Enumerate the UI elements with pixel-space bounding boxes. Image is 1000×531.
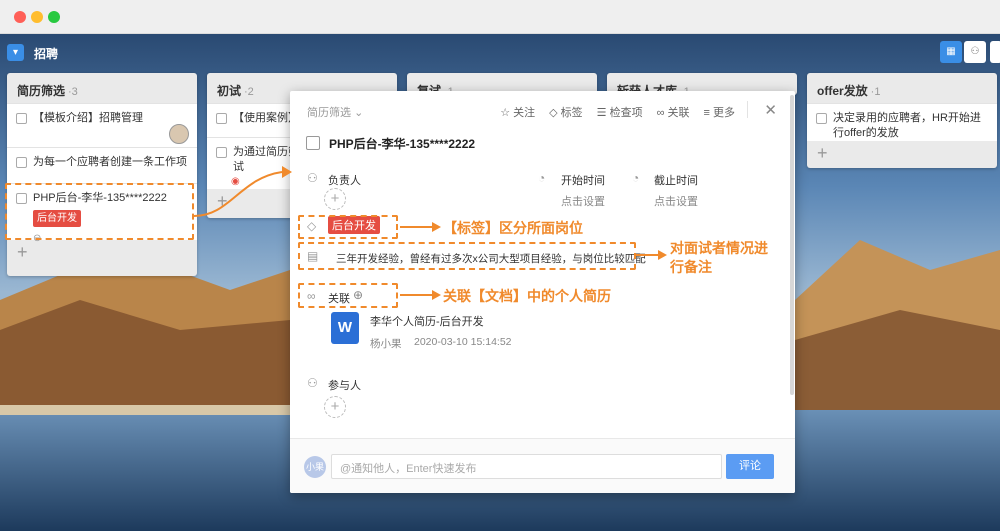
checklist-label: 检查项 — [609, 107, 643, 119]
more-view-button[interactable] — [990, 41, 1000, 63]
more-button[interactable]: ≡ 更多 — [704, 104, 735, 120]
clock-icon: ◔ — [632, 171, 640, 185]
close-icon[interactable]: ✕ — [764, 101, 777, 119]
link-label: 关联 — [667, 107, 690, 119]
due-time-value[interactable]: 点击设置 — [654, 193, 698, 209]
tag-icon: ◇ — [549, 107, 558, 119]
due-time-label: 截止时间 — [654, 175, 698, 187]
window-titlebar — [0, 0, 1000, 34]
task-checkbox[interactable] — [16, 113, 27, 124]
panel-toolbar: 简历筛选 ⌄ ☆ 关注 ◇ 标签 ☰ 检查项 ∞ 关联 ≡ 更多 ✕ — [290, 91, 795, 127]
board-icon[interactable]: ▦ — [940, 41, 962, 63]
chevron-down-icon[interactable]: ▾ — [7, 44, 24, 61]
comment-composer: 小果 @通知他人，Enter快速发布 评论 — [290, 438, 795, 493]
avatar: 小果 — [304, 456, 326, 478]
task-checkbox[interactable] — [216, 113, 227, 124]
breadcrumb[interactable]: 简历筛选 ⌄ — [307, 104, 363, 120]
assignee-label: 负责人 — [328, 175, 361, 187]
column-count: ·3 — [68, 86, 78, 98]
column-resume-screening: 简历筛选 ·3 【模板介绍】招聘管理 为每一个应聘者创建一条工作项 PHP后台-李… — [7, 73, 197, 276]
column-title: 初试 — [217, 84, 242, 98]
card-title: 【模板介绍】招聘管理 — [33, 112, 143, 124]
document-name[interactable]: 李华个人简历-后台开发 — [370, 313, 484, 329]
comment-input[interactable]: @通知他人，Enter快速发布 — [331, 454, 722, 479]
column-count: ·2 — [244, 86, 254, 98]
document-time: 2020-03-10 15:14:52 — [414, 336, 512, 348]
annotation-note-line2: 行备注 — [670, 259, 712, 275]
task-checkbox[interactable] — [816, 113, 827, 124]
connector-arrow — [193, 166, 292, 217]
avatar — [169, 124, 189, 144]
column-title: 简历筛选 — [17, 84, 66, 98]
participants-label: 参与人 — [328, 380, 361, 392]
close-window-button[interactable] — [14, 11, 26, 23]
column-count: ·1 — [870, 86, 881, 98]
start-time-label: 开始时间 — [561, 175, 605, 187]
document-author: 杨小果 — [370, 338, 402, 350]
breadcrumb-label: 简历筛选 — [307, 107, 351, 119]
word-document-icon: W — [331, 312, 359, 344]
link-highlight — [298, 283, 398, 308]
people-icon: ⚇ — [307, 376, 318, 390]
task-card[interactable]: 【模板介绍】招聘管理 — [7, 103, 197, 147]
chevron-down-icon: ⌄ — [354, 107, 364, 119]
person-icon: ⚇ — [307, 171, 318, 185]
column-header: offer发放 ·1 — [807, 73, 997, 103]
add-task-button[interactable]: + — [807, 141, 997, 167]
link-button[interactable]: ∞ 关联 — [657, 104, 690, 120]
tag-highlight — [298, 215, 398, 239]
task-card[interactable]: 决定录用的应聘者，HR开始进行offer的发放 — [807, 103, 997, 141]
zoom-window-button[interactable] — [48, 11, 60, 23]
task-checkbox[interactable] — [216, 147, 227, 158]
checklist-icon: ☰ — [596, 107, 607, 119]
column-title: offer发放 — [817, 84, 868, 98]
people-icon[interactable]: ⚇ — [964, 41, 986, 63]
panel-actions: ☆ 关注 ◇ 标签 ☰ 检查项 ∞ 关联 ≡ 更多 — [500, 104, 735, 120]
clock-icon: ◔ — [538, 171, 546, 185]
star-icon: ☆ — [500, 107, 511, 119]
toolbar-divider — [747, 101, 748, 118]
task-checkbox[interactable] — [16, 157, 27, 168]
tag-button[interactable]: ◇ 标签 — [549, 104, 583, 120]
project-title: 招聘 — [34, 47, 59, 61]
checklist-button[interactable]: ☰ 检查项 — [597, 104, 643, 120]
column-header: 简历筛选 ·3 — [7, 73, 197, 103]
task-title: PHP后台-李华-135****2222 — [329, 137, 476, 151]
tag-label: 标签 — [560, 107, 583, 119]
start-time-value[interactable]: 点击设置 — [561, 193, 605, 209]
add-assignee-button[interactable]: + — [324, 188, 346, 210]
add-participant-button[interactable]: + — [324, 396, 346, 418]
task-card[interactable]: 为每一个应聘者创建一条工作项 — [7, 147, 197, 183]
card-title: 决定录用的应聘者，HR开始进行offer的发放 — [833, 112, 981, 139]
more-label: 更多 — [713, 107, 735, 119]
card-highlight — [5, 183, 194, 240]
annotation-link: 关联【文档】中的个人简历 — [443, 288, 611, 304]
annotation-note-line1: 对面试者情况进 — [670, 240, 768, 256]
more-icon: ≡ — [703, 107, 710, 119]
minimize-window-button[interactable] — [31, 11, 43, 23]
card-title: 为每一个应聘者创建一条工作项 — [33, 156, 187, 168]
link-icon: ∞ — [656, 107, 665, 119]
column-offer: offer发放 ·1 决定录用的应聘者，HR开始进行offer的发放 + — [807, 73, 997, 168]
task-complete-checkbox[interactable] — [306, 136, 320, 150]
project-header: ▾ 招聘 ▦ ⚇ — [0, 34, 1000, 68]
comment-button[interactable]: 评论 — [726, 454, 774, 479]
annotation-tag: 【标签】区分所面岗位 — [443, 220, 583, 236]
follow-label: 关注 — [513, 107, 536, 119]
follow-button[interactable]: ☆ 关注 — [500, 104, 535, 120]
panel-scrollbar[interactable] — [790, 95, 794, 395]
